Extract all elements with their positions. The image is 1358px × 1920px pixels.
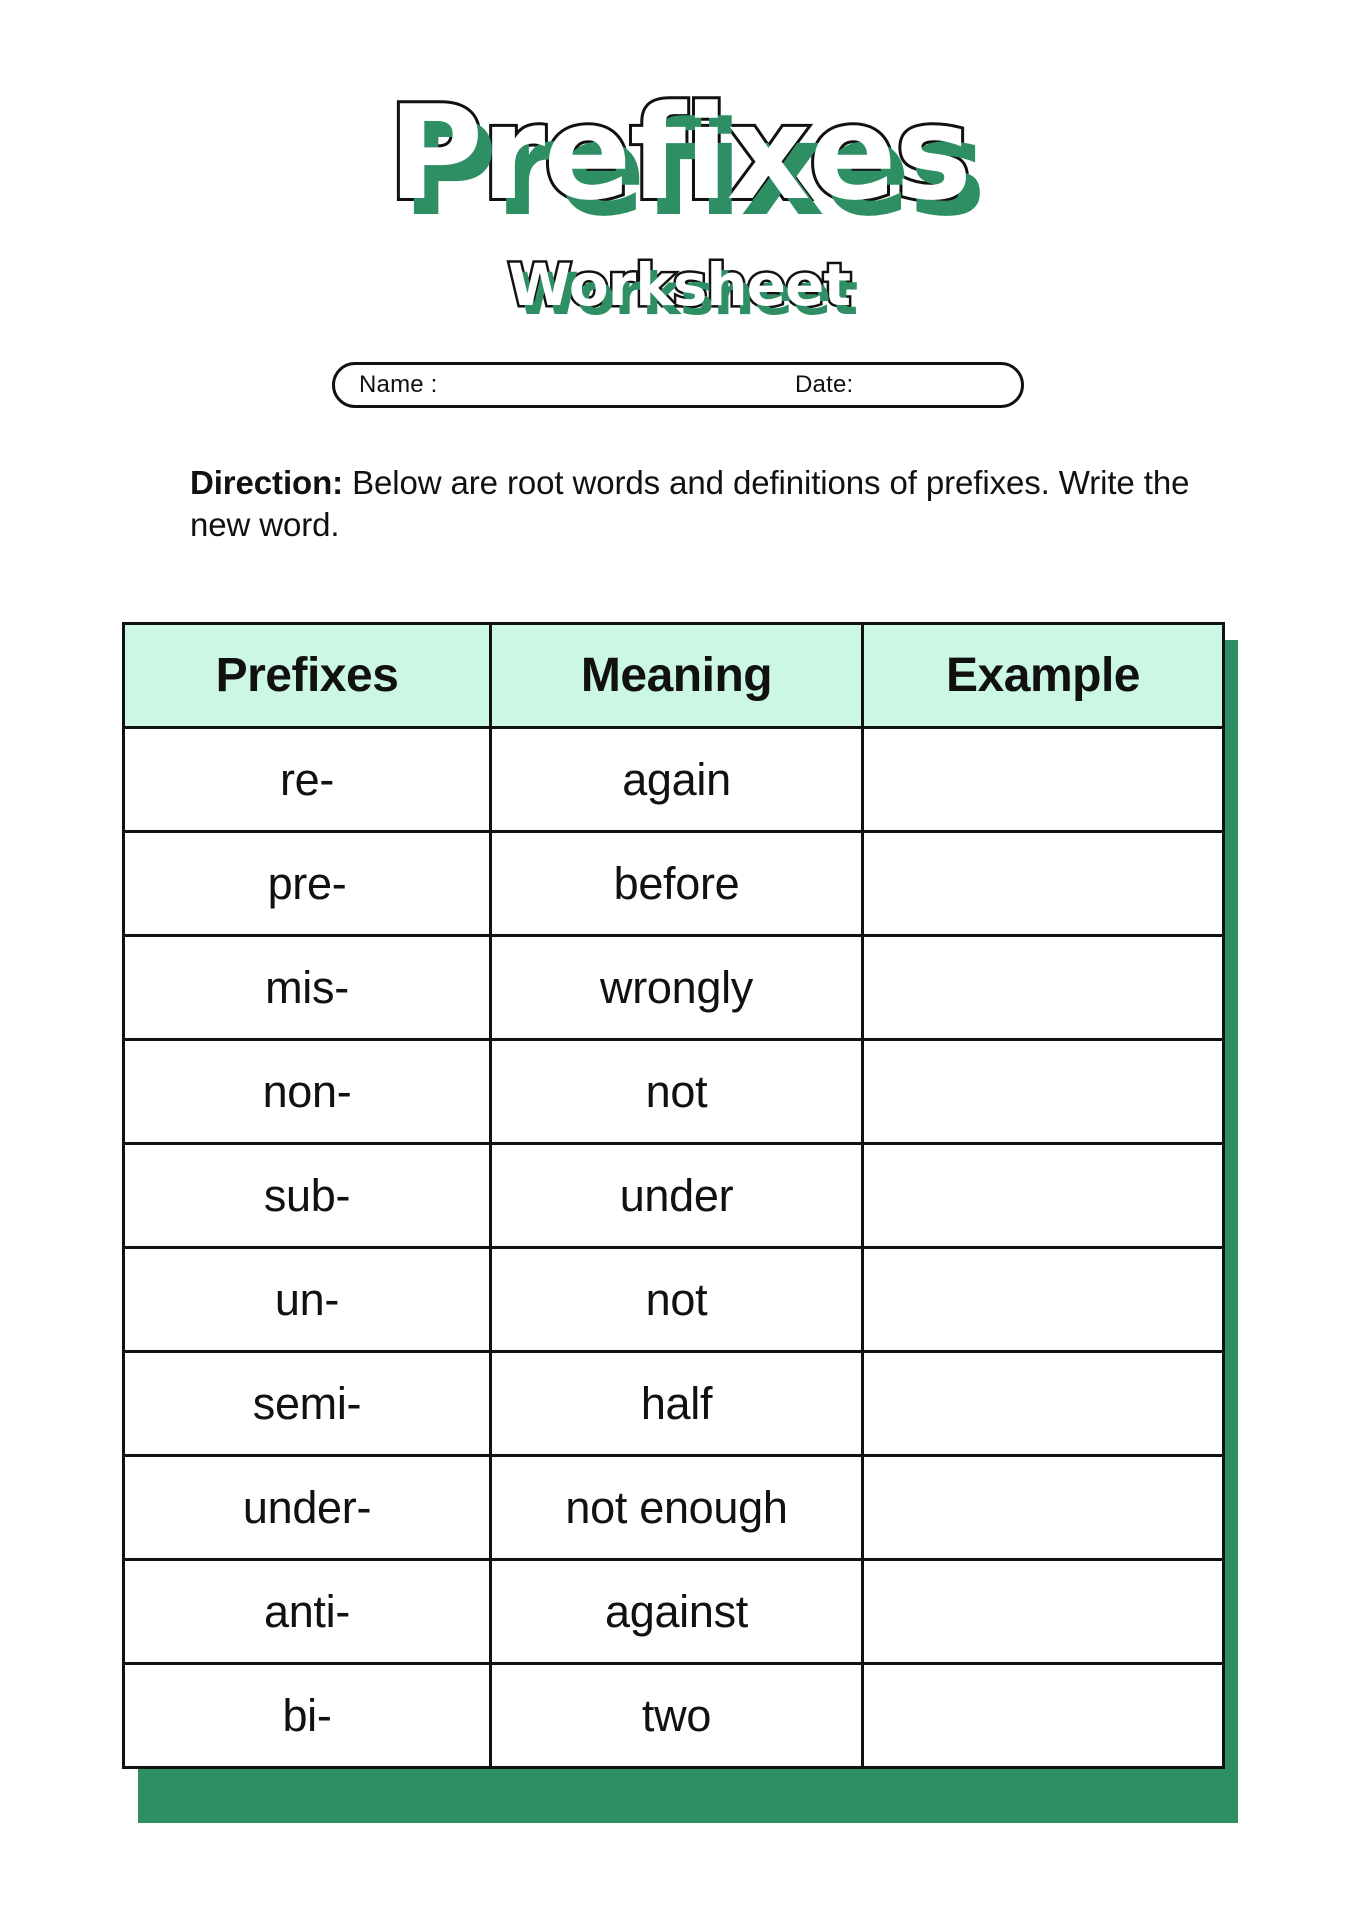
column-header-meaning: Meaning xyxy=(489,622,864,729)
cell-prefix: semi- xyxy=(122,1350,492,1457)
cell-prefix: non- xyxy=(122,1038,492,1145)
cell-example-input[interactable] xyxy=(861,830,1225,937)
subtitle-block: Worksheet xyxy=(0,251,1358,319)
table-body: re- again pre- before mis- wrongly non- … xyxy=(122,726,1225,1769)
table-row: anti- against xyxy=(122,1558,1225,1665)
table-row: bi- two xyxy=(122,1662,1225,1769)
cell-example-input[interactable] xyxy=(861,1454,1225,1561)
date-label: Date: xyxy=(795,371,854,398)
table-row: under- not enough xyxy=(122,1454,1225,1561)
table-row: sub- under xyxy=(122,1142,1225,1249)
cell-prefix: re- xyxy=(122,726,492,833)
page-subtitle: Worksheet xyxy=(505,251,853,319)
cell-prefix: pre- xyxy=(122,830,492,937)
cell-prefix: un- xyxy=(122,1246,492,1353)
cell-example-input[interactable] xyxy=(861,934,1225,1041)
cell-example-input[interactable] xyxy=(861,726,1225,833)
worksheet-page: Prefixes Worksheet Name : Date: Directio… xyxy=(0,0,1358,1920)
prefix-table: Prefixes Meaning Example re- again pre- … xyxy=(122,622,1225,1769)
cell-meaning: not enough xyxy=(489,1454,864,1561)
cell-example-input[interactable] xyxy=(861,1038,1225,1145)
cell-prefix: sub- xyxy=(122,1142,492,1249)
cell-meaning: wrongly xyxy=(489,934,864,1041)
name-date-field[interactable]: Name : Date: xyxy=(332,362,1024,408)
table-row: pre- before xyxy=(122,830,1225,937)
cell-prefix: bi- xyxy=(122,1662,492,1769)
cell-meaning: against xyxy=(489,1558,864,1665)
direction-label: Direction: xyxy=(190,464,344,501)
table-row: un- not xyxy=(122,1246,1225,1353)
name-label: Name : xyxy=(359,371,438,398)
cell-meaning: before xyxy=(489,830,864,937)
cell-example-input[interactable] xyxy=(861,1350,1225,1457)
column-header-prefixes: Prefixes xyxy=(122,622,492,729)
cell-meaning: under xyxy=(489,1142,864,1249)
cell-example-input[interactable] xyxy=(861,1142,1225,1249)
cell-meaning: not xyxy=(489,1038,864,1145)
cell-prefix: mis- xyxy=(122,934,492,1041)
direction-text: Direction: Below are root words and defi… xyxy=(190,462,1200,546)
table-row: mis- wrongly xyxy=(122,934,1225,1041)
cell-prefix: anti- xyxy=(122,1558,492,1665)
cell-meaning: half xyxy=(489,1350,864,1457)
cell-example-input[interactable] xyxy=(861,1246,1225,1353)
cell-meaning: again xyxy=(489,726,864,833)
cell-example-input[interactable] xyxy=(861,1558,1225,1665)
table-row: non- not xyxy=(122,1038,1225,1145)
table-row: re- again xyxy=(122,726,1225,833)
page-title: Prefixes xyxy=(385,77,975,229)
cell-meaning: two xyxy=(489,1662,864,1769)
column-header-example: Example xyxy=(861,622,1225,729)
cell-prefix: under- xyxy=(122,1454,492,1561)
table-row: semi- half xyxy=(122,1350,1225,1457)
table-header-row: Prefixes Meaning Example xyxy=(122,622,1225,729)
cell-example-input[interactable] xyxy=(861,1662,1225,1769)
cell-meaning: not xyxy=(489,1246,864,1353)
title-block: Prefixes xyxy=(0,77,1358,229)
